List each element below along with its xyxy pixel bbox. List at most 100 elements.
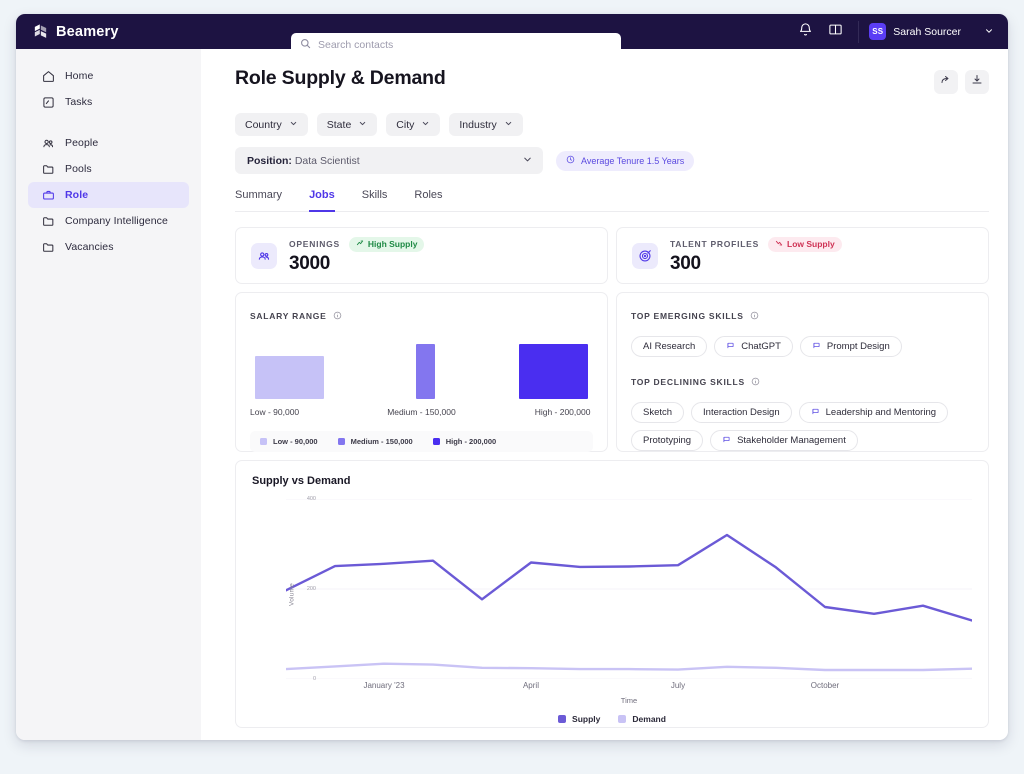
filter-label: City [396,118,415,131]
skill-chip-label: Leadership and Mentoring [825,407,937,418]
share-arrow-icon [940,73,952,91]
average-tenure-text: Average Tenure 1.5 Years [581,155,685,166]
skill-chip[interactable]: Prompt Design [799,336,902,357]
declining-skills-header: TOP DECLINING SKILLS [631,373,974,391]
filter-industry[interactable]: Industry [449,113,523,136]
trend-up-icon [356,239,364,249]
salary-bar-high [519,344,588,399]
filter-label: Country [245,118,282,131]
legend-swatch [337,438,345,445]
people-icon [42,137,55,150]
chart-legend: Supply Demand [252,714,972,724]
sidebar-item-label: Pools [65,163,92,175]
legend-label: Low - 90,000 [273,437,318,446]
sidebar-item-role[interactable]: Role [28,182,189,208]
emerging-skills-list: AI Research ChatGPT Prompt Design [631,336,974,357]
skill-chip[interactable]: Interaction Design [691,402,792,423]
skill-chip-label: Stakeholder Management [737,435,846,446]
legend-label: Demand [632,714,666,724]
skill-chip[interactable]: ChatGPT [714,336,793,357]
stat-value: 3000 [289,252,331,274]
chevron-down-icon [421,119,430,131]
download-button[interactable] [965,70,989,94]
skill-chip[interactable]: Leadership and Mentoring [798,402,949,423]
legend-item: High - 200,000 [432,437,496,446]
stat-value: 300 [670,252,701,274]
status-badge: High Supply [348,236,425,252]
filter-country[interactable]: Country [235,113,308,136]
tab-jobs[interactable]: Jobs [309,189,335,212]
tab-skills[interactable]: Skills [362,189,388,212]
user-name: Sarah Sourcer [893,25,961,38]
skill-chip[interactable]: Stakeholder Management [710,430,858,451]
status-badge-label: High Supply [367,239,418,249]
status-badge-label: Low Supply [787,239,835,249]
clock-icon [566,155,575,166]
y-axis-tick: 400 [306,496,316,502]
legend-item: Supply [558,714,600,724]
skill-chip-label: ChatGPT [741,341,781,352]
info-icon[interactable] [751,373,760,391]
filter-state[interactable]: State [316,113,378,136]
sidebar-item-pools[interactable]: Pools [28,156,189,182]
tag-icon [722,435,731,447]
y-axis-tick: 200 [306,586,316,592]
skill-chip[interactable]: Sketch [631,402,685,423]
x-axis-ticks: January '23 April July October [286,681,972,695]
sidebar-item-home[interactable]: Home [28,63,189,89]
declining-skills-title: TOP DECLINING SKILLS [631,377,745,387]
tag-icon [726,341,735,353]
chevron-down-icon [358,119,367,131]
info-icon[interactable] [750,307,759,325]
trend-down-icon [775,239,783,249]
share-button[interactable] [934,70,958,94]
dashboard-grid: OPENINGS High Supply 3000 TALENT PROFILE… [201,212,1008,728]
tab-roles[interactable]: Roles [414,189,442,212]
sidebar-item-label: Vacancies [65,241,114,253]
people-group-icon [251,242,277,269]
sidebar-item-label: People [65,137,99,149]
notifications-button[interactable] [790,14,820,49]
x-axis-tick: October [810,681,840,690]
chart-title: Supply vs Demand [252,475,351,487]
title-row: Role Supply & Demand [235,67,989,94]
tab-summary[interactable]: Summary [235,189,282,212]
skill-chip-label: Prompt Design [826,341,890,352]
position-label: Position: [247,154,292,167]
folder-icon [42,215,55,228]
legend-swatch [260,438,267,445]
declining-skills-list: Sketch Interaction Design Leadership and… [631,402,974,451]
knowledge-base-button[interactable] [820,14,850,49]
sidebar-item-people[interactable]: People [28,130,189,156]
average-tenure-badge: Average Tenure 1.5 Years [556,150,695,171]
position-value: Data Scientist [294,154,360,167]
sidebar: Home Tasks People Pools Role Company Int… [16,49,201,740]
stat-card-row: OPENINGS High Supply 3000 TALENT PROFILE… [235,227,989,284]
topbar-actions: SS Sarah Sourcer [790,14,996,49]
brand-name: Beamery [56,23,119,40]
brand-logo[interactable]: Beamery [16,23,191,40]
sidebar-item-company-intelligence[interactable]: Company Intelligence [28,208,189,234]
salary-tick-label: High - 200,000 [534,407,591,417]
briefcase-icon [42,189,55,202]
skill-chip[interactable]: AI Research [631,336,708,357]
user-menu[interactable]: SS Sarah Sourcer [858,20,996,43]
filter-city[interactable]: City [386,113,441,136]
info-icon[interactable] [333,307,342,325]
filter-label: State [326,118,352,131]
x-axis-label: Time [620,696,638,705]
salary-bar-chart [250,344,593,399]
sidebar-item-vacancies[interactable]: Vacancies [28,234,189,260]
sidebar-item-tasks[interactable]: Tasks [28,89,189,115]
salary-range-card: SALARY RANGE Low - 90,000 Medium - 150,0… [235,292,608,452]
chevron-down-icon [504,119,513,131]
folder-icon [42,241,55,254]
avatar: SS [869,23,887,40]
tasks-icon [42,96,55,109]
legend-swatch [618,715,627,723]
position-select[interactable]: Position: Data Scientist [235,147,543,174]
salary-tick-label: Medium - 150,000 [387,407,456,417]
salary-bar-low [255,356,324,399]
skill-chip[interactable]: Prototyping [631,430,704,451]
x-axis-tick: July [670,681,686,690]
